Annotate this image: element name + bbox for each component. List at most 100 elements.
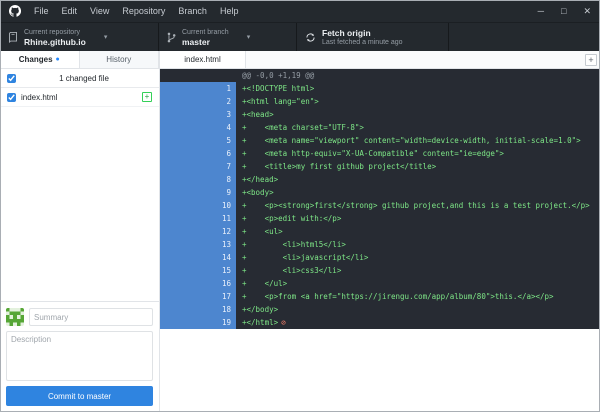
diff-line[interactable]: 18+</body> (160, 303, 600, 316)
tab-changes[interactable]: Changes ● (0, 51, 80, 68)
new-line-number: 16 (198, 277, 236, 290)
diff-line-text: + <p><strong>first</strong> github proje… (242, 201, 590, 210)
repo-label: Current repository (24, 28, 86, 37)
diff-line[interactable]: 8+</head> (160, 173, 600, 186)
old-line-number (160, 264, 198, 277)
file-tab-index-html[interactable]: index.html (160, 51, 246, 68)
diff-line-code: +<head> (236, 108, 600, 121)
chevron-down-icon: ▾ (104, 33, 108, 41)
old-line-number (160, 147, 198, 160)
menu-item-branch[interactable]: Branch (178, 6, 207, 16)
diff-line-code: + <title>my first github project</title> (236, 160, 600, 173)
diff-line[interactable]: 3+<head> (160, 108, 600, 121)
old-line-number (160, 160, 198, 173)
diff-line-text: + <meta http-equiv="X-UA-Compatible" con… (242, 149, 504, 158)
diff-line[interactable]: 1 +<!DOCTYPE html> (160, 82, 600, 95)
diff-line[interactable]: 15+ <li>css3</li> (160, 264, 600, 277)
diff-line-text: + <li>html5</li> (242, 240, 346, 249)
diff-line[interactable]: 19+</html>⊘ (160, 316, 600, 329)
commit-panel: Commit to master (0, 301, 159, 412)
close-icon[interactable]: ✕ (583, 6, 591, 17)
old-line-number (160, 95, 198, 108)
menu-item-file[interactable]: File (34, 6, 49, 16)
expand-diff-button[interactable]: + (585, 54, 597, 66)
diff-line[interactable]: 12 + <ul> (160, 225, 600, 238)
tab-history-label: History (106, 55, 131, 64)
diff-line-text: +</head> (242, 175, 278, 184)
file-checkbox[interactable] (7, 93, 16, 102)
file-row-index-html[interactable]: index.html + (0, 88, 159, 107)
diff-line[interactable]: 16+ </ul> (160, 277, 600, 290)
diff-line-text: +<head> (242, 110, 274, 119)
summary-input[interactable] (29, 308, 153, 326)
diff-line[interactable]: 14+ <li>javascript</li> (160, 251, 600, 264)
diff-line[interactable]: 2+<html lang="en"> (160, 95, 600, 108)
current-repository-button[interactable]: Current repository Rhine.github.io ▾ (0, 23, 159, 51)
file-tab-label: index.html (184, 55, 220, 64)
current-branch-button[interactable]: Current branch master ▾ (159, 23, 297, 51)
diff-line-text: + <meta charset="UTF-8"> (242, 123, 364, 132)
description-input[interactable] (6, 331, 153, 381)
diff-line-text: + <title>my first github project</title> (242, 162, 436, 171)
menu-bar: File Edit View Repository Branch Help ─ □ ✕ (0, 0, 600, 22)
git-branch-icon (167, 32, 176, 43)
main-content: 1 changed file index.html + Commit to ma… (0, 69, 600, 412)
minimize-icon[interactable]: ─ (538, 6, 544, 16)
old-line-number (160, 134, 198, 147)
menu-item-edit[interactable]: Edit (62, 6, 78, 16)
tab-bar: Changes ● History index.html + (0, 51, 600, 69)
fetch-origin-button[interactable]: Fetch origin Last fetched a minute ago (297, 23, 449, 51)
diff-line-code: +<!DOCTYPE html> (236, 82, 600, 95)
diff-line-code: +</head> (236, 173, 600, 186)
sidebar-spacer (0, 107, 159, 301)
new-line-number: 12 (198, 225, 236, 238)
toolbar: Current repository Rhine.github.io ▾ Cur… (0, 22, 600, 51)
diff-line-text: +<!DOCTYPE html> (242, 84, 314, 93)
diff-line[interactable]: 6+ <meta http-equiv="X-UA-Compatible" co… (160, 147, 600, 160)
diff-lines: 1 +<!DOCTYPE html> 2+<html lang="en">3+<he… (160, 82, 600, 329)
tab-bar-filler: + (246, 51, 600, 68)
diff-line-text: +<html lang="en"> (242, 97, 319, 106)
diff-line[interactable]: 7+ <title>my first github project</title… (160, 160, 600, 173)
new-line-number: 19 (198, 316, 236, 329)
changed-files-header: 1 changed file (0, 69, 159, 88)
diff-line[interactable]: 4 + <meta charset="UTF-8"> (160, 121, 600, 134)
branch-label: Current branch (182, 28, 229, 37)
github-logo-icon (9, 5, 21, 17)
chevron-down-icon: ▾ (247, 33, 251, 41)
commit-to-master-button[interactable]: Commit to master (6, 386, 153, 406)
diff-line-text: + <ul> (242, 227, 283, 236)
tab-history[interactable]: History (80, 51, 160, 68)
maximize-icon[interactable]: □ (561, 6, 566, 16)
diff-line-code: + <li>css3</li> (236, 264, 600, 277)
file-added-status-icon: + (142, 92, 152, 102)
new-line-number: 1 (198, 82, 236, 95)
diff-line-code: + <meta charset="UTF-8"> (236, 121, 600, 134)
new-line-number: 5 (198, 134, 236, 147)
menu-items: File Edit View Repository Branch Help (34, 6, 238, 16)
branch-value: master (182, 37, 229, 47)
new-line-number: 11 (198, 212, 236, 225)
menu-item-help[interactable]: Help (220, 6, 239, 16)
diff-line-code: + <li>html5</li> (236, 238, 600, 251)
avatar (6, 308, 24, 326)
new-line-number: 13 (198, 238, 236, 251)
no-newline-icon: ⊘ (281, 318, 286, 327)
select-all-checkbox[interactable] (7, 74, 16, 83)
diff-line[interactable]: 13 + <li>html5</li> (160, 238, 600, 251)
menu-item-repository[interactable]: Repository (122, 6, 165, 16)
old-line-number (160, 316, 198, 329)
new-line-number: 4 (198, 121, 236, 134)
diff-line[interactable]: 9+<body> (160, 186, 600, 199)
diff-line-code: + <p>from <a href="https://jirengu.com/a… (236, 290, 600, 303)
diff-line[interactable]: 5+ <meta name="viewport" content="width=… (160, 134, 600, 147)
diff-line[interactable]: 11+ <p>edit with:</p> (160, 212, 600, 225)
diff-line-code: +<body> (236, 186, 600, 199)
diff-line[interactable]: 10+ <p><strong>first</strong> github pro… (160, 199, 600, 212)
sidebar-tabs: Changes ● History (0, 51, 160, 68)
old-line-number (160, 108, 198, 121)
menu-item-view[interactable]: View (90, 6, 109, 16)
diff-line[interactable]: 17+ <p>from <a href="https://jirengu.com… (160, 290, 600, 303)
old-line-number (160, 186, 198, 199)
old-line-number (160, 303, 198, 316)
